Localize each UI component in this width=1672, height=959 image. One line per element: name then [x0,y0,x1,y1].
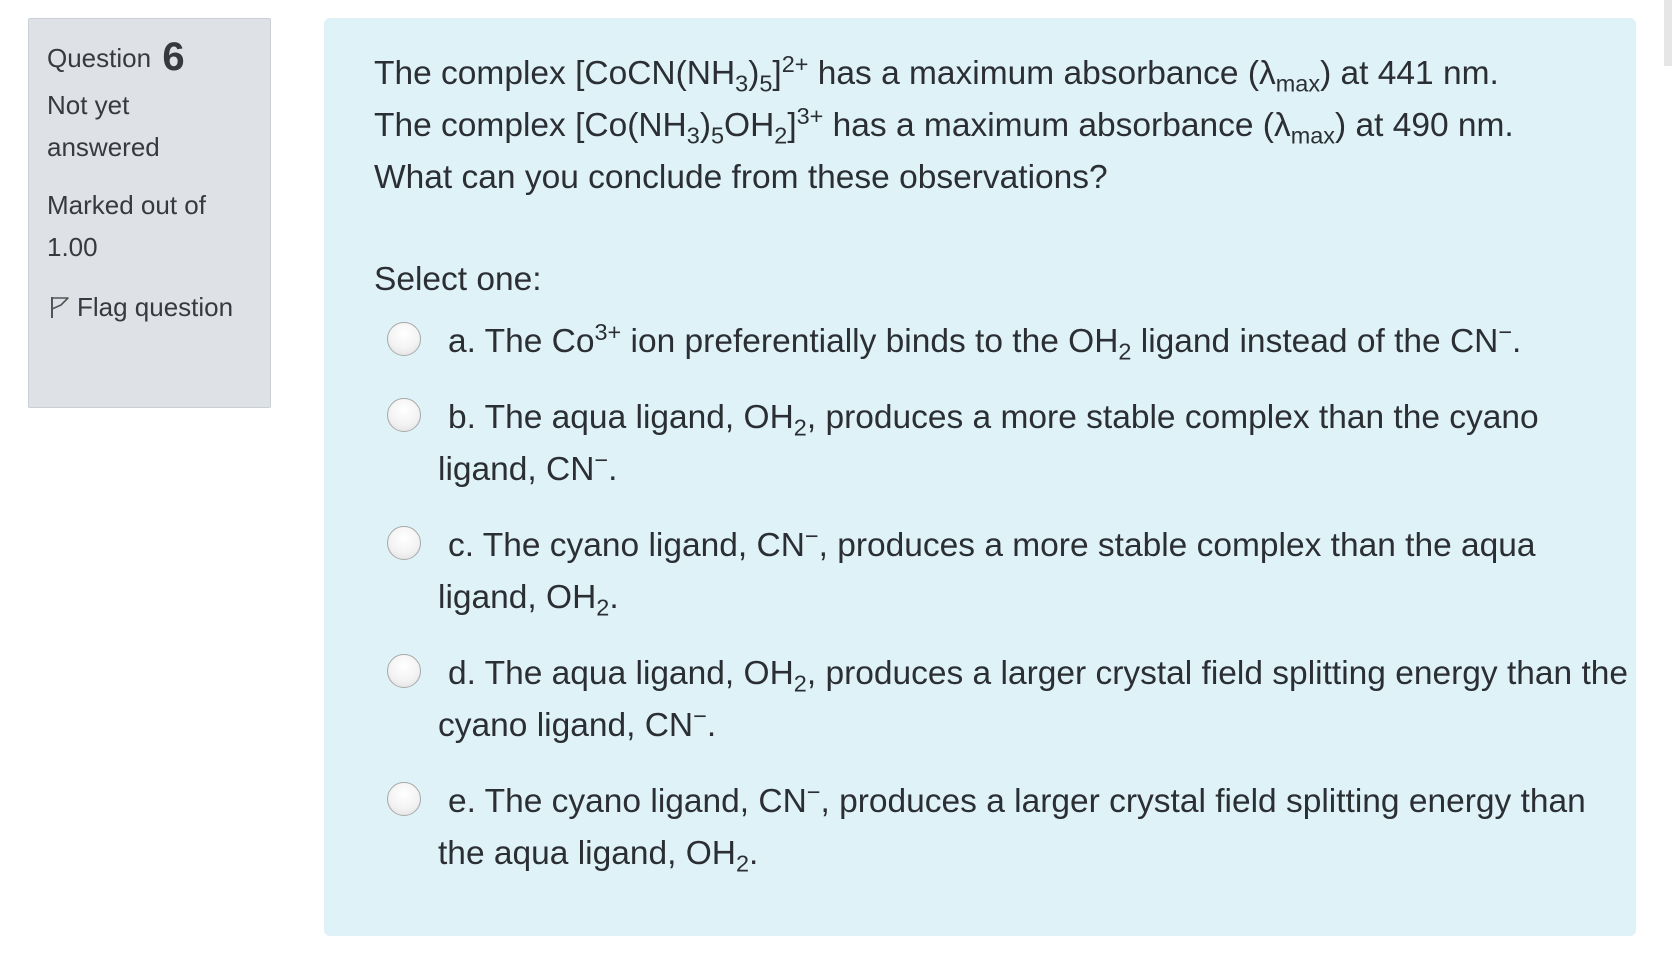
answer-label-d[interactable]: d. The aqua ligand, OH2, produces a larg… [438,648,1636,752]
opt-e-sup: − [806,778,821,805]
answer-options: a. The Co3+ ion preferentially binds to … [374,316,1636,880]
radio-d[interactable] [387,654,421,688]
q1-text-a: The complex [CoCN(NH [374,55,736,92]
question-line-1: The complex [CoCN(NH3)5]2+ has a maximum… [374,48,1636,100]
q2-text-e: has a maximum absorbance (λ [823,107,1291,144]
opt-a-sup-2: − [1498,318,1513,345]
opt-a-text-2: ion preferentially binds to the OH [621,323,1119,360]
opt-a-sub: 2 [1118,338,1132,365]
answer-label-b[interactable]: b. The aqua ligand, OH2, produces a more… [438,392,1636,496]
answer-label-a[interactable]: a. The Co3+ ion preferentially binds to … [438,316,1636,368]
question-text: The complex [CoCN(NH3)5]2+ has a maximum… [374,48,1636,204]
q2-sub-1: 3 [686,122,700,149]
opt-d-sub: 2 [793,670,807,697]
question-grade: Marked out of 1.00 [47,190,206,262]
answer-option-a[interactable]: a. The Co3+ ion preferentially binds to … [374,316,1636,368]
opt-a-text-4: . [1512,323,1522,360]
opt-b-text-3: . [608,451,618,488]
opt-e-sub: 2 [735,850,750,877]
opt-c-text-3: . [609,579,619,616]
q2-text-b: ) [699,107,711,144]
opt-b-sub: 2 [793,414,807,441]
q2-sub-max: max [1290,122,1335,149]
answer-option-b[interactable]: b. The aqua ligand, OH2, produces a more… [374,392,1636,496]
question-number: Question 6 [47,37,270,78]
q1-text-c: ] [772,55,782,92]
q1-text-d: has a maximum absorbance (λ [808,55,1276,92]
scrollbar[interactable] [1664,0,1672,66]
q1-sub-1: 3 [735,70,749,97]
select-one-prompt: Select one: [374,261,542,298]
q2-sub-3: 2 [774,122,788,149]
q1-charge: 2+ [781,50,809,77]
opt-a-text-1: a. The Co [448,323,595,360]
q2-text-d: ] [787,107,797,144]
flag-outline-icon [49,289,71,331]
opt-d-text-1: d. The aqua ligand, OH [448,655,794,692]
answer-label-e[interactable]: e. The cyano ligand, CN−, produces a lar… [438,776,1636,880]
opt-e-text-3: . [749,835,759,872]
answer-label-c[interactable]: c. The cyano ligand, CN−, produces a mor… [438,520,1636,624]
q2-text-a: The complex [Co(NH [374,107,687,144]
question-number-value: 6 [162,35,185,79]
opt-d-sup: − [693,702,707,729]
question-info-panel: Question 6 Not yet answered Marked out o… [28,18,271,408]
question-content: The complex [CoCN(NH3)5]2+ has a maximum… [324,18,1636,936]
question-line-2: The complex [Co(NH3)5OH2]3+ has a maximu… [374,100,1636,152]
question-label: Question [47,43,152,73]
opt-c-sup: − [804,522,819,549]
answer-option-c[interactable]: c. The cyano ligand, CN−, produces a mor… [374,520,1636,624]
q2-charge: 3+ [796,102,824,129]
flag-label: Flag question [77,292,234,322]
q1-sub-2: 5 [759,70,773,97]
opt-b-text-1: b. The aqua ligand, OH [448,399,794,436]
q1-text-e: ) at 441 nm. [1320,55,1499,92]
radio-e[interactable] [387,782,421,816]
q2-sub-2: 5 [710,122,725,149]
opt-c-text-1: c. The cyano ligand, CN [448,527,805,564]
opt-d-text-3: . [706,707,717,744]
flag-question-link[interactable]: Flag question [47,286,237,331]
radio-a[interactable] [387,322,421,356]
opt-a-text-3: ligand instead of the CN [1131,323,1499,360]
q1-sub-max: max [1275,70,1321,97]
q1-text-b: ) [748,55,760,92]
q2-text-f: ) at 490 nm. [1334,107,1514,144]
opt-c-sub: 2 [596,594,610,621]
opt-b-sup: − [594,446,609,473]
radio-c[interactable] [387,526,421,560]
answer-option-e[interactable]: e. The cyano ligand, CN−, produces a lar… [374,776,1636,880]
q2-text-c: OH [724,107,775,144]
radio-b[interactable] [387,398,421,432]
question-state: Not yet answered [47,90,160,162]
opt-a-sup: 3+ [594,318,622,345]
answer-option-d[interactable]: d. The aqua ligand, OH2, produces a larg… [374,648,1636,752]
opt-e-text-1: e. The cyano ligand, CN [448,783,807,820]
question-line-3: What can you conclude from these observa… [374,159,1108,196]
